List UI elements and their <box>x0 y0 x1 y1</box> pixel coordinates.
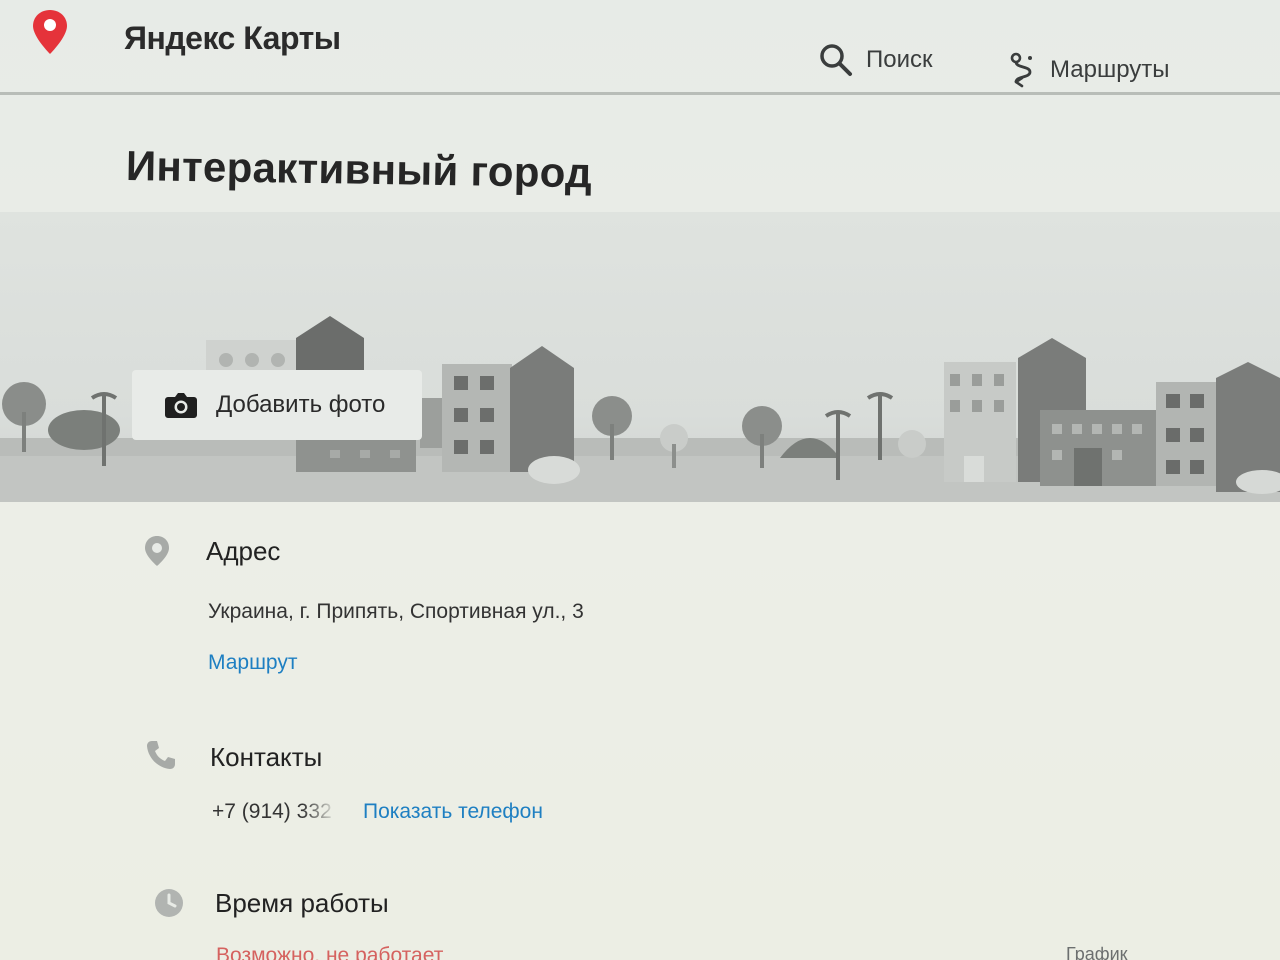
show-phone-link[interactable]: Показать телефон <box>363 800 543 824</box>
routes-label: Маршруты <box>1050 56 1170 83</box>
search-icon <box>820 44 852 76</box>
route-icon <box>1010 52 1032 88</box>
hours-heading: Время работы <box>215 888 389 918</box>
search-label: Поиск <box>866 46 933 73</box>
contacts-heading: Контакты <box>210 742 323 772</box>
top-bar: Яндекс Карты Поиск Маршруты <box>0 0 1280 95</box>
location-pin-icon <box>145 536 169 566</box>
hours-status: Возможно, не работает <box>216 944 444 960</box>
add-photo-label: Добавить фото <box>216 391 386 418</box>
yandex-maps-logo-icon[interactable] <box>30 8 70 56</box>
address-heading: Адрес <box>206 536 281 566</box>
organization-title: Интерактивный город <box>125 142 593 197</box>
phone-icon <box>147 741 175 769</box>
routes-button[interactable]: Маршруты <box>1006 50 1170 90</box>
city-banner <box>0 212 1280 502</box>
add-photo-button[interactable]: Добавить фото <box>132 370 422 440</box>
address-value: Украина, г. Припять, Спортивная ул., 3 <box>208 600 584 623</box>
route-link[interactable]: Маршрут <box>208 651 298 675</box>
city-illustration <box>0 316 1280 502</box>
app-title[interactable]: Яндекс Карты <box>124 20 341 57</box>
schedule-link[interactable]: График <box>1066 944 1128 960</box>
camera-icon <box>165 393 197 418</box>
screen: Яндекс Карты Поиск Маршруты Интерактивны… <box>0 0 1280 960</box>
search-button[interactable]: Поиск <box>818 40 933 80</box>
phone-number-partial: +7 (914) 332 <box>212 800 332 823</box>
clock-icon <box>155 889 183 917</box>
